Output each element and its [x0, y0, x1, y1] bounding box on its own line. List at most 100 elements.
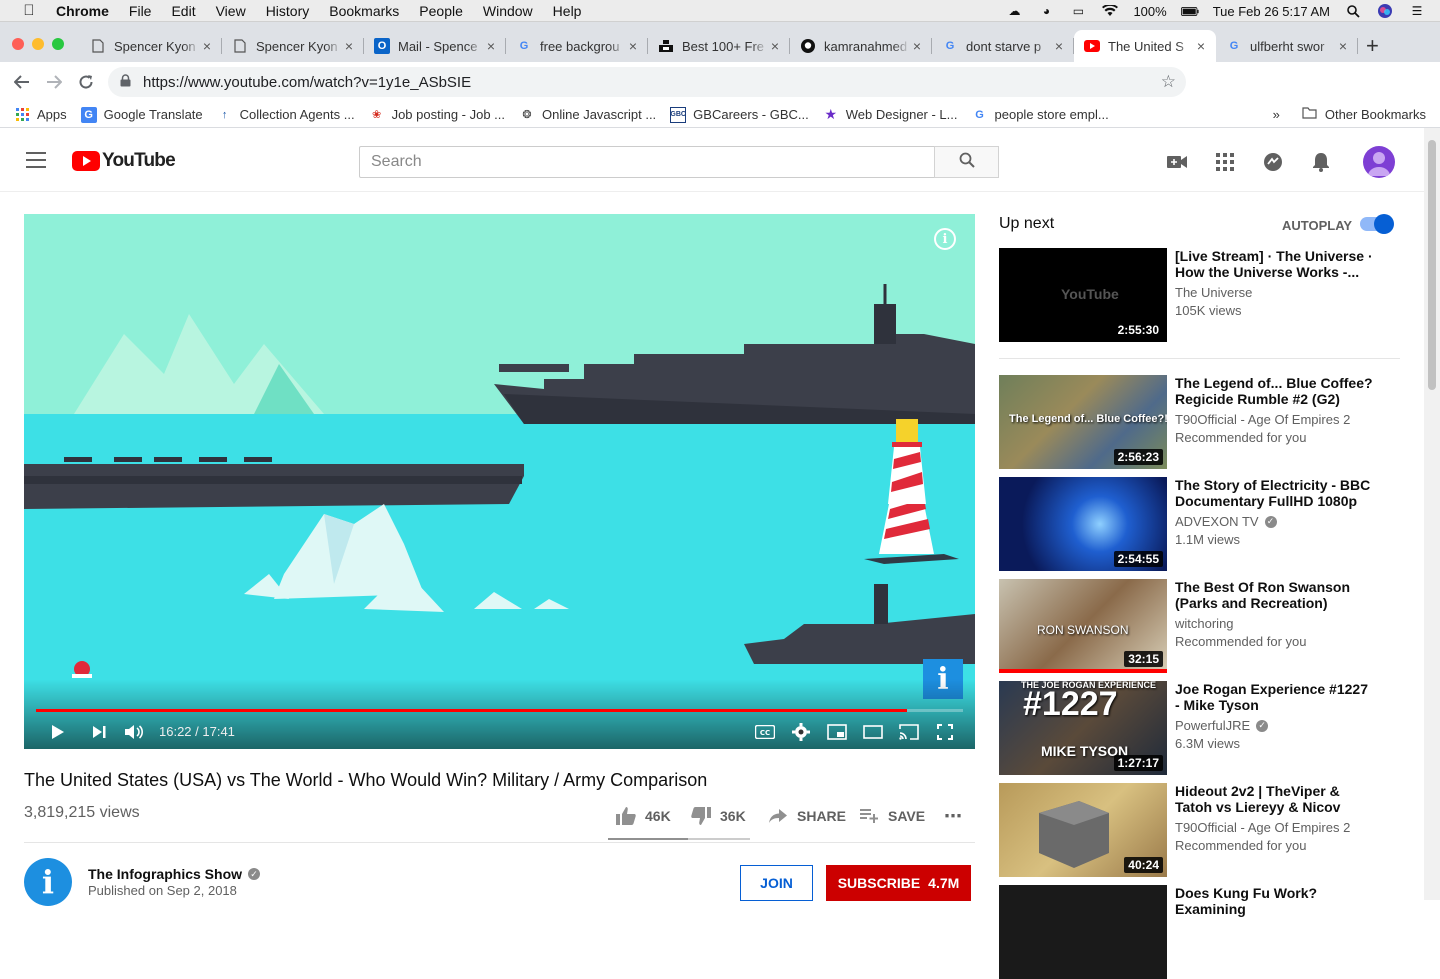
- scrollbar-thumb[interactable]: [1428, 140, 1436, 390]
- autoplay-toggle[interactable]: [1360, 214, 1394, 234]
- video-title[interactable]: The Best Of Ron Swanson (Parks and Recre…: [1175, 579, 1375, 611]
- video-thumbnail[interactable]: THE JOE ROGAN EXPERIENCE #1227 MIKE TYSO…: [999, 681, 1167, 775]
- captions-icon[interactable]: CC: [753, 720, 777, 744]
- menu-history[interactable]: History: [266, 3, 310, 19]
- account-avatar[interactable]: [1363, 146, 1395, 178]
- recommended-video[interactable]: THE JOE ROGAN EXPERIENCE #1227 MIKE TYSO…: [999, 681, 1400, 775]
- recommended-video[interactable]: YouTube 2:55:30 [Live Stream] · The Univ…: [999, 248, 1400, 342]
- close-tab-icon[interactable]: ×: [1336, 38, 1350, 54]
- bookmark-gbcareers[interactable]: GBC GBCareers - GBC...: [670, 106, 809, 123]
- menu-window[interactable]: Window: [483, 3, 533, 19]
- bookmark-job-posting[interactable]: ❀ Job posting - Job ...: [369, 107, 505, 123]
- channel-name[interactable]: PowerfulJRE: [1175, 718, 1250, 733]
- close-window-button[interactable]: [12, 38, 24, 50]
- bookmark-collection-agents[interactable]: ↑ Collection Agents ...: [217, 107, 355, 123]
- close-tab-icon[interactable]: ×: [484, 38, 498, 54]
- cast-icon[interactable]: [897, 720, 921, 744]
- search-input[interactable]: Search: [359, 146, 935, 178]
- video-thumbnail[interactable]: 40:24: [999, 783, 1167, 877]
- forward-arrow-icon[interactable]: [38, 66, 70, 98]
- notification-center-icon[interactable]: ☰: [1408, 4, 1426, 18]
- recommended-video[interactable]: 2:54:55 The Story of Electricity - BBC D…: [999, 477, 1400, 571]
- close-tab-icon[interactable]: ×: [910, 38, 924, 54]
- video-thumbnail[interactable]: RON SWANSON 32:15: [999, 579, 1167, 673]
- minimize-window-button[interactable]: [32, 38, 44, 50]
- notifications-bell-icon[interactable]: [1309, 150, 1333, 174]
- video-title[interactable]: The Legend of... Blue Coffee? Regicide R…: [1175, 375, 1375, 407]
- browser-tab-active[interactable]: The United S ×: [1074, 30, 1216, 62]
- menu-chrome[interactable]: Chrome: [56, 3, 109, 19]
- menu-help[interactable]: Help: [553, 3, 582, 19]
- fullscreen-icon[interactable]: [933, 720, 957, 744]
- info-icon[interactable]: i: [934, 228, 956, 250]
- video-channel[interactable]: ADVEXON TV ✓: [1175, 514, 1277, 529]
- channel-name[interactable]: T90Official - Age Of Empires 2: [1175, 820, 1350, 835]
- spotlight-search-icon[interactable]: [1344, 4, 1362, 18]
- glasses-icon[interactable]: ◕: [1037, 4, 1055, 18]
- channel-name[interactable]: ADVEXON TV: [1175, 514, 1259, 529]
- browser-tab[interactable]: G ulfberht swor ×: [1216, 30, 1358, 62]
- apple-icon[interactable]: : [18, 2, 40, 19]
- dislike-button[interactable]: 36K: [690, 806, 746, 826]
- video-channel[interactable]: The Universe: [1175, 285, 1252, 300]
- messages-icon[interactable]: [1261, 150, 1285, 174]
- channel-name[interactable]: witchoring: [1175, 616, 1234, 631]
- menu-file[interactable]: File: [129, 3, 152, 19]
- share-button[interactable]: SHARE: [767, 806, 846, 826]
- theater-mode-icon[interactable]: [861, 720, 885, 744]
- next-icon[interactable]: [87, 720, 111, 744]
- miniplayer-icon[interactable]: [825, 720, 849, 744]
- close-tab-icon[interactable]: ×: [342, 38, 356, 54]
- settings-gear-icon[interactable]: [789, 720, 813, 744]
- volume-icon[interactable]: [122, 720, 146, 744]
- bookmark-star-icon[interactable]: ☆: [1161, 72, 1176, 92]
- video-channel[interactable]: witchoring: [1175, 616, 1234, 631]
- menu-bookmarks[interactable]: Bookmarks: [329, 3, 399, 19]
- cloud-icon[interactable]: ☁: [1005, 4, 1023, 18]
- recommended-video[interactable]: The Legend of... Blue Coffee?! 2:56:23 T…: [999, 375, 1400, 469]
- video-player[interactable]: i i 16:22 / 17:41 CC: [24, 214, 975, 749]
- recommended-video[interactable]: RON SWANSON 32:15 The Best Of Ron Swanso…: [999, 579, 1400, 673]
- video-title[interactable]: Does Kung Fu Work? Examining: [1175, 885, 1375, 917]
- close-tab-icon[interactable]: ×: [626, 38, 640, 54]
- video-channel[interactable]: T90Official - Age Of Empires 2: [1175, 820, 1350, 835]
- address-bar[interactable]: https://www.youtube.com/watch?v=1y1e_ASb…: [108, 67, 1186, 97]
- play-icon[interactable]: [46, 720, 70, 744]
- url-text[interactable]: https://www.youtube.com/watch?v=1y1e_ASb…: [143, 74, 471, 91]
- channel-name[interactable]: The Universe: [1175, 285, 1252, 300]
- lock-icon[interactable]: [120, 74, 131, 90]
- join-button[interactable]: JOIN: [740, 865, 813, 901]
- bookmark-online-javascript[interactable]: ❂ Online Javascript ...: [519, 107, 656, 123]
- browser-tab[interactable]: kamranahmed ×: [790, 30, 932, 62]
- channel-name[interactable]: T90Official - Age Of Empires 2: [1175, 412, 1350, 427]
- subscribe-button[interactable]: SUBSCRIBE 4.7M: [826, 865, 971, 901]
- channel-name-row[interactable]: The Infographics Show ✓: [88, 866, 261, 882]
- airplay-icon[interactable]: ▭: [1069, 4, 1087, 18]
- more-actions-icon[interactable]: ⋯: [944, 806, 962, 827]
- video-channel[interactable]: PowerfulJRE ✓: [1175, 718, 1269, 733]
- progress-bar[interactable]: [36, 709, 963, 712]
- create-video-icon[interactable]: [1165, 150, 1189, 174]
- bookmark-people-store[interactable]: G people store empl...: [972, 107, 1108, 123]
- menu-view[interactable]: View: [216, 3, 246, 19]
- video-title[interactable]: Hideout 2v2 | TheViper & Tatoh vs Lierey…: [1175, 783, 1375, 815]
- bookmark-web-designer[interactable]: ★ Web Designer - L...: [823, 106, 957, 123]
- menu-people[interactable]: People: [419, 3, 463, 19]
- apps-grid-icon[interactable]: [1213, 150, 1237, 174]
- close-tab-icon[interactable]: ×: [200, 38, 214, 54]
- browser-tab[interactable]: O Mail - Spence ×: [364, 30, 506, 62]
- video-title[interactable]: Joe Rogan Experience #1227 - Mike Tyson: [1175, 681, 1375, 713]
- youtube-logo[interactable]: YouTube: [72, 150, 176, 172]
- video-thumbnail[interactable]: The Legend of... Blue Coffee?! 2:56:23: [999, 375, 1167, 469]
- recommended-video[interactable]: Does Kung Fu Work? Examining: [999, 885, 1400, 979]
- bookmark-apps[interactable]: Apps: [14, 107, 67, 123]
- hamburger-menu-icon[interactable]: [26, 152, 46, 168]
- more-bookmarks-chevron-icon[interactable]: »: [1273, 107, 1280, 122]
- video-thumbnail[interactable]: [999, 885, 1167, 979]
- other-bookmarks[interactable]: Other Bookmarks: [1325, 107, 1426, 122]
- menu-edit[interactable]: Edit: [171, 3, 195, 19]
- back-arrow-icon[interactable]: [6, 66, 38, 98]
- battery-icon[interactable]: [1180, 4, 1199, 18]
- search-button[interactable]: [934, 146, 999, 178]
- video-thumbnail[interactable]: 2:54:55: [999, 477, 1167, 571]
